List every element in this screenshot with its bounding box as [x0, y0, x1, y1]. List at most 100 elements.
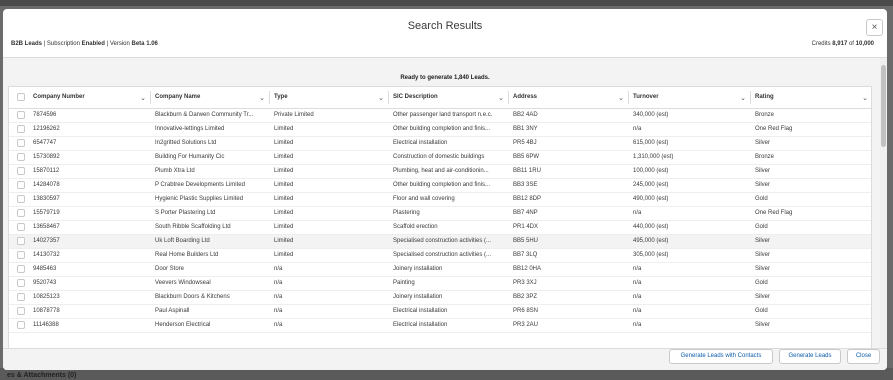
- type-cell: Private Limited: [270, 108, 389, 123]
- turnover-cell: n/a: [629, 318, 751, 333]
- chevron-down-icon[interactable]: ⌄: [862, 94, 868, 102]
- row-checkbox[interactable]: [17, 181, 25, 189]
- select-all-cell: [9, 87, 29, 109]
- close-icon[interactable]: ×: [866, 19, 883, 36]
- table-row[interactable]: 15870112 Plumb Xtra Ltd Limited Plumbing, h…: [9, 164, 871, 179]
- address-cell: PR1 4DX: [509, 220, 629, 235]
- rating-cell: Silver: [751, 234, 871, 249]
- rating-cell: Gold: [751, 276, 871, 291]
- row-checkbox[interactable]: [17, 167, 25, 175]
- chevron-down-icon[interactable]: ⌄: [378, 94, 384, 102]
- row-checkbox[interactable]: [17, 195, 25, 203]
- row-checkbox[interactable]: [17, 139, 25, 147]
- scrollbar-thumb[interactable]: [881, 65, 886, 147]
- type-cell: n/a: [270, 290, 389, 305]
- table-row[interactable]: 14027357 Uk Loft Boarding Ltd Limited Speci…: [9, 234, 871, 249]
- table-row[interactable]: 9485463 Door Store n/a Joinery installation…: [9, 262, 871, 277]
- generate-leads-button[interactable]: Generate Leads: [779, 349, 841, 364]
- turnover-cell: n/a: [629, 122, 751, 137]
- company-number-cell: 10825123: [29, 290, 151, 305]
- ready-status: Ready to generate 1,840 Leads.: [400, 75, 490, 81]
- column-label: Type: [274, 94, 288, 101]
- chevron-down-icon[interactable]: ⌄: [618, 94, 624, 102]
- rating-cell: Silver: [751, 178, 871, 193]
- credits-label: Credits: [811, 41, 833, 47]
- table-row[interactable]: 13830597 Hygienic Plastic Supplies Limite…: [9, 192, 871, 207]
- table-row[interactable]: 7874596 Blackburn & Darwen Community Tr..…: [9, 108, 871, 123]
- row-checkbox[interactable]: [17, 321, 25, 329]
- type-cell: n/a: [270, 318, 389, 333]
- row-checkbox[interactable]: [17, 265, 25, 273]
- rating-cell: Silver: [751, 248, 871, 263]
- column-header-sic-description[interactable]: SIC Description ⌄: [389, 87, 509, 109]
- column-label: Company Number: [33, 94, 85, 101]
- chevron-down-icon[interactable]: ⌄: [259, 94, 265, 102]
- company-number-cell: 14027357: [29, 234, 151, 249]
- chevron-down-icon[interactable]: ⌄: [740, 94, 746, 102]
- table-row[interactable]: 6547747 In2gritted Solutions Ltd Limited El…: [9, 136, 871, 151]
- address-cell: PR3 2AU: [509, 318, 629, 333]
- row-checkbox[interactable]: [17, 307, 25, 315]
- row-select-cell: [9, 304, 29, 319]
- company-number-cell: 6547747: [29, 136, 151, 151]
- address-cell: BB7 4NP: [509, 206, 629, 221]
- address-cell: BB5 5HU: [509, 234, 629, 249]
- row-select-cell: [9, 150, 29, 165]
- type-cell: n/a: [270, 276, 389, 291]
- company-number-cell: 11146388: [29, 318, 151, 333]
- search-results-modal: Search Results B2B Leads | Subscription …: [3, 9, 887, 370]
- row-checkbox[interactable]: [17, 111, 25, 119]
- column-header-company-number[interactable]: Company Number ⌄: [29, 87, 151, 109]
- address-cell: BB11 1RU: [509, 164, 629, 179]
- column-header-company-name[interactable]: Company Name ⌄: [151, 87, 270, 109]
- row-checkbox[interactable]: [17, 251, 25, 259]
- row-checkbox[interactable]: [17, 209, 25, 217]
- company-number-cell: 9520743: [29, 276, 151, 291]
- company-number-cell: 13658467: [29, 220, 151, 235]
- address-cell: BB12 0HA: [509, 262, 629, 277]
- table-row[interactable]: 15730892 Building For Humanity Cic Limited…: [9, 150, 871, 165]
- table-row[interactable]: 15579719 S Porter Plastering Ltd Limited Pl…: [9, 206, 871, 221]
- close-button[interactable]: Close: [847, 349, 880, 364]
- chevron-down-icon[interactable]: ⌄: [498, 94, 504, 102]
- table-row[interactable]: 10878778 Paul Aspinall n/a Electrical insta…: [9, 304, 871, 319]
- row-checkbox[interactable]: [17, 293, 25, 301]
- company-number-cell: 15579719: [29, 206, 151, 221]
- table-row[interactable]: 10825123 Blackburn Doors & Kitchens n/a Joi…: [9, 290, 871, 305]
- row-checkbox[interactable]: [17, 153, 25, 161]
- column-header-type[interactable]: Type ⌄: [270, 87, 389, 109]
- row-checkbox[interactable]: [17, 279, 25, 287]
- table-row[interactable]: 14130732 Real Home Builders Ltd Limited Spe…: [9, 248, 871, 263]
- sic-description-cell: Joinery installation: [389, 290, 509, 305]
- turnover-cell: 305,000 (est): [629, 248, 751, 263]
- table-row[interactable]: 13658467 South Ribble Scaffolding Ltd Limi…: [9, 220, 871, 235]
- row-checkbox[interactable]: [17, 237, 25, 245]
- table-header-row: Company Number ⌄ Company Name ⌄ Type ⌄ SIC …: [9, 87, 871, 109]
- results-table: Company Number ⌄ Company Name ⌄ Type ⌄ SIC …: [9, 87, 871, 333]
- sic-description-cell: Specialised construction activities (...: [389, 248, 509, 263]
- sic-description-cell: Other building completion and finis...: [389, 178, 509, 193]
- sic-description-cell: Other building completion and finis...: [389, 122, 509, 137]
- credits-info: Credits 8,917 of 10,000: [812, 41, 874, 47]
- table-row[interactable]: 12196262 Innovative-lettings Limited Limit…: [9, 122, 871, 137]
- table-row[interactable]: 9520743 Veevers Windowseal n/a Painting PR3 …: [9, 276, 871, 291]
- row-select-cell: [9, 276, 29, 291]
- turnover-cell: n/a: [629, 262, 751, 277]
- table-row[interactable]: 14284078 P Crabtree Developments Limited L…: [9, 178, 871, 193]
- column-label: SIC Description: [393, 94, 438, 101]
- turnover-cell: 245,000 (est): [629, 178, 751, 193]
- column-header-rating[interactable]: Rating ⌄: [751, 87, 871, 109]
- row-checkbox[interactable]: [17, 125, 25, 133]
- row-checkbox[interactable]: [17, 223, 25, 231]
- address-cell: BB7 3LQ: [509, 248, 629, 263]
- chevron-down-icon[interactable]: ⌄: [140, 94, 146, 102]
- select-all-checkbox[interactable]: [17, 93, 25, 102]
- address-cell: BB3 3SE: [509, 178, 629, 193]
- column-header-turnover[interactable]: Turnover ⌄: [629, 87, 751, 109]
- company-number-cell: 9485463: [29, 262, 151, 277]
- product-name: B2B Leads: [11, 41, 43, 47]
- table-row[interactable]: 11146388 Henderson Electrical n/a Electrica…: [9, 318, 871, 333]
- column-header-address[interactable]: Address ⌄: [509, 87, 629, 109]
- rating-cell: One Red Flag: [751, 206, 871, 221]
- generate-leads-with-contacts-button[interactable]: Generate Leads with Contacts: [669, 349, 773, 364]
